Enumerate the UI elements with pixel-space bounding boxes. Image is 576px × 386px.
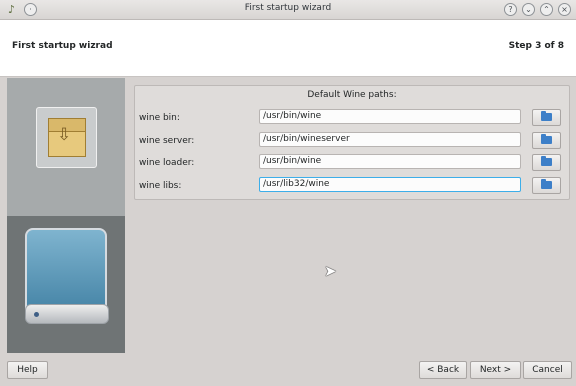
wine-server-label: wine server: — [139, 136, 195, 146]
wine-server-browse-button[interactable] — [532, 132, 561, 149]
wine-server-input[interactable]: /usr/bin/wineserver — [259, 132, 521, 147]
maximize-icon[interactable]: ⌃ — [540, 3, 553, 16]
next-button[interactable]: Next > — [470, 361, 521, 379]
folder-icon — [541, 111, 552, 121]
close-icon[interactable]: × — [558, 3, 571, 16]
wine-libs-label: wine libs: — [139, 181, 182, 191]
title-bar: ♪ · First startup wizard ? ⌄ ⌃ × — [0, 0, 576, 20]
cancel-button[interactable]: Cancel — [523, 361, 572, 379]
install-package-icon: ⇩ — [36, 107, 97, 168]
folder-icon — [541, 134, 552, 144]
wine-libs-input[interactable]: /usr/lib32/wine — [259, 177, 521, 192]
wine-loader-row: wine loader: /usr/bin/wine — [135, 154, 569, 172]
help-icon[interactable]: ? — [504, 3, 517, 16]
wizard-title: First startup wizrad — [12, 41, 113, 51]
wine-bin-row: wine bin: /usr/bin/wine — [135, 109, 569, 127]
help-button[interactable]: Help — [7, 361, 48, 379]
back-button[interactable]: < Back — [419, 361, 467, 379]
panel-heading: Default Wine paths: — [307, 90, 397, 100]
wine-server-row: wine server: /usr/bin/wineserver — [135, 132, 569, 150]
mouse-cursor-icon: ➤ — [324, 262, 337, 280]
wizard-step: Step 3 of 8 — [508, 41, 564, 51]
wine-paths-panel: Default Wine paths: wine bin: /usr/bin/w… — [134, 85, 570, 200]
wine-libs-row: wine libs: /usr/lib32/wine — [135, 177, 569, 195]
window-title: First startup wizard — [244, 3, 332, 13]
folder-icon — [541, 179, 552, 189]
wizard-side-panel: ⇩ — [7, 78, 125, 353]
wine-bin-input[interactable]: /usr/bin/wine — [259, 109, 521, 124]
wine-bin-label: wine bin: — [139, 113, 180, 123]
minimize-icon[interactable]: ⌄ — [522, 3, 535, 16]
wine-loader-label: wine loader: — [139, 158, 195, 168]
wine-bin-browse-button[interactable] — [532, 109, 561, 126]
hard-drive-base — [25, 304, 109, 324]
wine-loader-browse-button[interactable] — [532, 154, 561, 171]
wine-libs-browse-button[interactable] — [532, 177, 561, 194]
wizard-header: First startup wizrad Step 3 of 8 — [0, 20, 576, 77]
wine-loader-input[interactable]: /usr/bin/wine — [259, 154, 521, 169]
folder-icon — [541, 156, 552, 166]
